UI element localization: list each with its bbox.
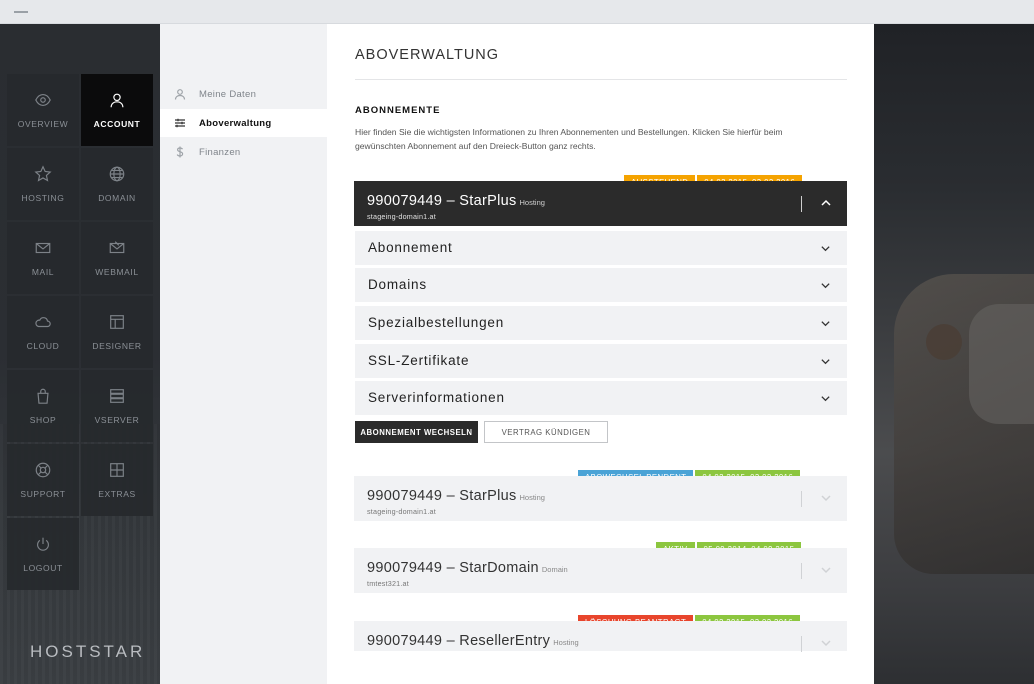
nav-item-hosting[interactable]: HOSTING bbox=[7, 148, 79, 220]
nav-item-label: HOSTING bbox=[21, 193, 65, 203]
main-navigation: OVERVIEW ACCOUNT HOSTING DOMAIN MAIL WEB… bbox=[0, 24, 160, 684]
cloud-icon bbox=[35, 317, 51, 328]
eye-icon bbox=[35, 94, 51, 106]
background-photo bbox=[874, 24, 1034, 684]
nav-item-label: SHOP bbox=[29, 415, 57, 425]
accordion-label: Spezialbestellungen bbox=[368, 315, 505, 330]
submenu-item-finanzen[interactable]: Finanzen bbox=[160, 138, 327, 166]
nav-item-support[interactable]: SUPPORT bbox=[7, 444, 79, 516]
dollar-icon bbox=[176, 146, 184, 158]
subscription-card: 990079449 – ResellerEntry Hosting bbox=[354, 621, 847, 652]
section-description: Hier finden Sie die wichtigsten Informat… bbox=[355, 127, 783, 151]
cancel-contract-button[interactable]: VERTRAG KÜNDIGEN bbox=[484, 421, 608, 443]
power-icon bbox=[37, 537, 49, 551]
brand-logo[interactable]: HOSTSTAR bbox=[30, 642, 145, 662]
chevron-down-icon[interactable] bbox=[820, 492, 832, 504]
nav-item-label: VSERVER bbox=[94, 415, 140, 425]
minimize-icon[interactable] bbox=[14, 11, 28, 13]
submenu-item-label: Finanzen bbox=[199, 146, 241, 158]
divider bbox=[801, 196, 802, 212]
chevron-down-icon bbox=[821, 246, 830, 252]
accordion-label: Domains bbox=[368, 277, 427, 292]
chevron-up-icon[interactable] bbox=[820, 197, 832, 209]
accordion-spezialbestellungen[interactable]: Spezialbestellungen bbox=[355, 306, 847, 340]
globe-icon bbox=[109, 166, 125, 182]
chevron-down-icon bbox=[821, 283, 830, 289]
subscription-type: Domain bbox=[541, 565, 568, 574]
title-divider bbox=[355, 79, 847, 80]
chevron-down-icon bbox=[821, 359, 830, 365]
bag-icon bbox=[37, 388, 49, 404]
nav-item-logout[interactable]: LOGOUT bbox=[7, 518, 79, 590]
webmail-icon bbox=[109, 241, 125, 254]
submenu-item-label: Aboverwaltung bbox=[199, 117, 272, 129]
layout-icon bbox=[110, 315, 124, 329]
nav-item-extras[interactable]: EXTRAS bbox=[81, 444, 153, 516]
nav-item-label: WEBMAIL bbox=[95, 267, 139, 277]
submenu-item-meine-daten[interactable]: Meine Daten bbox=[160, 80, 327, 108]
divider bbox=[801, 491, 802, 507]
nav-item-shop[interactable]: SHOP bbox=[7, 370, 79, 442]
subscription-title: 990079449 – StarDomain bbox=[367, 560, 539, 576]
accordion-domains[interactable]: Domains bbox=[355, 268, 847, 302]
sliders-icon bbox=[175, 118, 185, 128]
nav-item-label: DOMAIN bbox=[98, 193, 136, 203]
account-submenu: Meine Daten Aboverwaltung Finanzen bbox=[160, 24, 327, 684]
window-titlebar bbox=[0, 0, 1034, 24]
envelope-icon bbox=[35, 242, 51, 254]
accordion-ssl-zertifikate[interactable]: SSL-Zertifikate bbox=[355, 344, 847, 378]
subscription-card: 990079449 – StarDomain Domain tmtest321.a… bbox=[354, 548, 847, 593]
divider bbox=[801, 563, 802, 579]
switch-subscription-button[interactable]: ABONNEMENT WECHSELN bbox=[355, 421, 478, 443]
chevron-down-icon bbox=[821, 396, 830, 402]
accordion-label: SSL-Zertifikate bbox=[368, 353, 470, 368]
accordion-abonnement[interactable]: Abonnement bbox=[355, 231, 847, 265]
main-content: ABOVERWALTUNG ABONNEMENTE Hier finden Si… bbox=[327, 24, 874, 684]
nav-item-webmail[interactable]: WEBMAIL bbox=[81, 222, 153, 294]
user-icon bbox=[174, 89, 186, 100]
chevron-down-icon bbox=[821, 321, 830, 327]
subscription-title: 990079449 – StarPlus bbox=[367, 193, 517, 209]
nav-item-mail[interactable]: MAIL bbox=[7, 222, 79, 294]
nav-item-label: MAIL bbox=[31, 267, 55, 277]
subscription-type: Hosting bbox=[519, 198, 545, 207]
subscription-type: Hosting bbox=[519, 493, 545, 502]
nav-item-overview[interactable]: OVERVIEW bbox=[7, 74, 79, 146]
submenu-item-label: Meine Daten bbox=[199, 88, 257, 100]
chevron-down-icon[interactable] bbox=[820, 564, 832, 576]
nav-item-label: EXTRAS bbox=[98, 489, 136, 499]
lifebuoy-icon bbox=[35, 462, 51, 478]
grid-icon bbox=[110, 463, 124, 477]
subscription-card: 990079449 – StarPlus Hosting stageing-dom… bbox=[354, 181, 847, 226]
nav-item-label: CLOUD bbox=[26, 341, 60, 351]
page-title: ABOVERWALTUNG bbox=[355, 47, 500, 63]
subscription-domain: stageing-domain1.at bbox=[367, 507, 436, 516]
nav-item-label: DESIGNER bbox=[92, 341, 142, 351]
nav-item-label: LOGOUT bbox=[23, 563, 63, 573]
divider bbox=[801, 636, 802, 652]
accordion-serverinformationen[interactable]: Serverinformationen bbox=[355, 381, 847, 415]
star-icon bbox=[34, 165, 52, 182]
nav-item-label: ACCOUNT bbox=[93, 119, 141, 129]
nav-item-label: OVERVIEW bbox=[17, 119, 69, 129]
nav-item-account[interactable]: ACCOUNT bbox=[81, 74, 153, 146]
subscription-domain: stageing-domain1.at bbox=[367, 212, 436, 221]
server-icon bbox=[110, 389, 124, 403]
nav-item-domain[interactable]: DOMAIN bbox=[81, 148, 153, 220]
subscription-domain: tmtest321.at bbox=[367, 579, 409, 588]
subscription-title: 990079449 – StarPlus bbox=[367, 488, 517, 504]
subscription-title: 990079449 – ResellerEntry bbox=[367, 633, 551, 649]
section-heading: ABONNEMENTE bbox=[355, 105, 441, 116]
submenu-item-aboverwaltung[interactable]: Aboverwaltung bbox=[160, 109, 327, 137]
nav-item-designer[interactable]: DESIGNER bbox=[81, 296, 153, 368]
nav-item-cloud[interactable]: CLOUD bbox=[7, 296, 79, 368]
accordion-label: Abonnement bbox=[368, 240, 453, 255]
nav-item-vserver[interactable]: VSERVER bbox=[81, 370, 153, 442]
user-icon bbox=[110, 93, 124, 108]
nav-item-label: SUPPORT bbox=[20, 489, 66, 499]
chevron-down-icon[interactable] bbox=[820, 637, 832, 649]
accordion-label: Serverinformationen bbox=[368, 390, 505, 405]
subscription-type: Hosting bbox=[553, 638, 579, 647]
subscription-card: 990079449 – StarPlus Hosting stageing-dom… bbox=[354, 476, 847, 521]
